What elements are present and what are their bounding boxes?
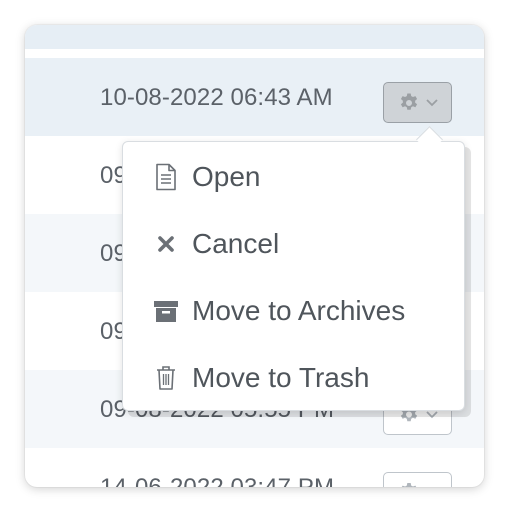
- menu-item-open[interactable]: Open: [123, 147, 464, 207]
- row-actions-button[interactable]: [383, 82, 452, 123]
- row-date: 14-06-2022 03:47 PM: [100, 474, 334, 487]
- menu-item-archive[interactable]: Move to Archives: [123, 281, 464, 341]
- list-header: [25, 25, 484, 49]
- row-actions-button[interactable]: [383, 472, 452, 487]
- row-date: 10-08-2022 06:43 AM: [100, 84, 333, 111]
- archive-icon: [153, 297, 179, 325]
- menu-item-label: Move to Trash: [192, 362, 370, 393]
- file-icon: [153, 163, 179, 191]
- close-icon: [153, 230, 179, 258]
- chevron-down-icon: [425, 98, 439, 108]
- gear-icon: [397, 481, 421, 487]
- menu-item-label: Open: [192, 161, 261, 192]
- menu-item-trash[interactable]: Move to Trash: [123, 348, 464, 408]
- menu-item-label: Move to Archives: [192, 295, 406, 326]
- row-actions-menu: Open Cancel Move to Archives Move to Tra…: [122, 141, 465, 411]
- table-row[interactable]: 10-08-2022 06:43 AM: [25, 58, 484, 136]
- menu-item-cancel[interactable]: Cancel: [123, 214, 464, 274]
- chevron-down-icon: [425, 410, 439, 420]
- gear-icon: [397, 91, 421, 115]
- menu-item-label: Cancel: [192, 228, 280, 259]
- trash-icon: [153, 364, 179, 392]
- table-row[interactable]: 14-06-2022 03:47 PM: [25, 448, 484, 487]
